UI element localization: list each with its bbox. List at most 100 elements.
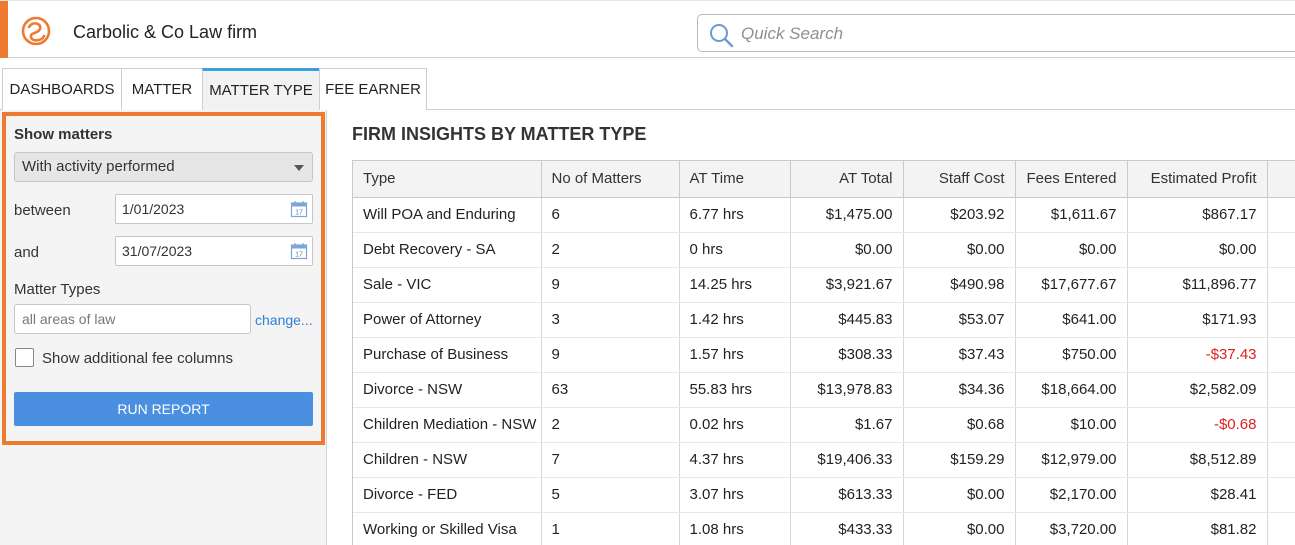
table-row[interactable]: Divorce - NSW 63 55.83 hrs $13,978.83 $34.36…: [353, 372, 1295, 408]
table-row[interactable]: Sale - VIC 9 14.25 hrs $3,921.67 $490.98 $17,…: [353, 267, 1295, 303]
cell-staff-cost: $34.36: [903, 372, 1016, 408]
table-row[interactable]: Children Mediation - NSW 2 0.02 hrs $1.67 $0…: [353, 407, 1295, 443]
tab-fee-earner[interactable]: FEE EARNER: [319, 68, 427, 110]
cell-no-of-matters: 3: [541, 302, 680, 338]
quick-search-input[interactable]: [741, 21, 1281, 47]
cell-estimated-profit: $867.17: [1127, 197, 1268, 233]
column-header-fees-entered[interactable]: Fees Entered: [1015, 161, 1128, 198]
cell-type: Divorce - FED: [353, 477, 542, 513]
cell-staff-cost: $490.98: [903, 267, 1016, 303]
cell-staff-cost: $203.92: [903, 197, 1016, 233]
cell-at-total: $0.00: [790, 232, 904, 268]
column-header-at-total[interactable]: AT Total: [790, 161, 904, 198]
cell-type: Purchase of Business: [353, 337, 542, 373]
matter-types-field[interactable]: all areas of law: [14, 304, 251, 334]
cell-fees-entered: $10.00: [1015, 407, 1128, 443]
cell-estimated-profit: $28.41: [1127, 477, 1268, 513]
column-header-spacer: [1267, 161, 1295, 198]
cell-staff-cost: $159.29: [903, 442, 1016, 478]
cell-estimated-profit: $11,896.77: [1127, 267, 1268, 303]
table-row[interactable]: Power of Attorney 3 1.42 hrs $445.83 $53.07 $…: [353, 302, 1295, 338]
cell-at-time: 1.08 hrs: [679, 512, 791, 545]
start-date-field[interactable]: 1/01/2023 17: [115, 194, 313, 224]
cell-no-of-matters: 9: [541, 267, 680, 303]
run-report-button[interactable]: RUN REPORT: [14, 392, 313, 426]
accent-bar: [0, 1, 8, 58]
cell-at-time: 6.77 hrs: [679, 197, 791, 233]
column-header-type[interactable]: Type: [353, 161, 542, 198]
search-icon: [710, 24, 734, 48]
cell-spacer: [1267, 477, 1295, 513]
cell-estimated-profit: -$0.68: [1127, 407, 1268, 443]
cell-type: Power of Attorney: [353, 302, 542, 338]
svg-text:17: 17: [295, 210, 303, 217]
cell-spacer: [1267, 337, 1295, 373]
tab-bar: DASHBOARDS MATTER MATTER TYPE FEE EARNER: [0, 68, 1295, 110]
table-row[interactable]: Purchase of Business 9 1.57 hrs $308.33 $37.…: [353, 337, 1295, 373]
cell-estimated-profit: $2,582.09: [1127, 372, 1268, 408]
cell-at-total: $308.33: [790, 337, 904, 373]
cell-fees-entered: $2,170.00: [1015, 477, 1128, 513]
tab-dashboards[interactable]: DASHBOARDS: [2, 68, 122, 110]
cell-no-of-matters: 1: [541, 512, 680, 545]
cell-no-of-matters: 7: [541, 442, 680, 478]
table-row[interactable]: Divorce - FED 5 3.07 hrs $613.33 $0.00 $2,170…: [353, 477, 1295, 513]
cell-fees-entered: $0.00: [1015, 232, 1128, 268]
svg-text:17: 17: [295, 252, 303, 259]
chevron-down-icon: [294, 165, 304, 171]
app-title: Carbolic & Co Law firm: [73, 22, 258, 42]
end-date-field[interactable]: 31/07/2023 17: [115, 236, 313, 266]
cell-fees-entered: $1,611.67: [1015, 197, 1128, 233]
additional-fee-checkbox[interactable]: [15, 348, 34, 367]
insights-table: Type No of Matters AT Time AT Total Staf…: [352, 160, 1295, 545]
change-matter-types-link[interactable]: change...: [255, 312, 313, 328]
cell-at-time: 4.37 hrs: [679, 442, 791, 478]
show-matters-select[interactable]: With activity performed: [14, 152, 313, 182]
cell-type: Divorce - NSW: [353, 372, 542, 408]
table-row[interactable]: Will POA and Enduring 6 6.77 hrs $1,475.00 $…: [353, 197, 1295, 233]
cell-at-total: $3,921.67: [790, 267, 904, 303]
end-date-value: 31/07/2023: [122, 243, 193, 259]
cell-spacer: [1267, 372, 1295, 408]
cell-type: Will POA and Enduring: [353, 197, 542, 233]
cell-at-time: 1.42 hrs: [679, 302, 791, 338]
table-row[interactable]: Working or Skilled Visa 1 1.08 hrs $433.33 $…: [353, 512, 1295, 545]
cell-type: Children - NSW: [353, 442, 542, 478]
tab-matter[interactable]: MATTER: [121, 68, 203, 110]
app-header: Carbolic & Co Law firm: [0, 0, 1295, 58]
column-header-at-time[interactable]: AT Time: [679, 161, 791, 198]
cell-at-time: 0.02 hrs: [679, 407, 791, 443]
cell-spacer: [1267, 267, 1295, 303]
cell-no-of-matters: 2: [541, 232, 680, 268]
column-header-staff-cost[interactable]: Staff Cost: [903, 161, 1016, 198]
cell-estimated-profit: $81.82: [1127, 512, 1268, 545]
matter-types-label: Matter Types: [14, 281, 101, 298]
tab-matter-type[interactable]: MATTER TYPE: [202, 68, 320, 110]
quick-search-box[interactable]: [697, 14, 1295, 52]
cell-fees-entered: $12,979.00: [1015, 442, 1128, 478]
page-title: FIRM INSIGHTS BY MATTER TYPE: [352, 124, 647, 144]
cell-at-time: 1.57 hrs: [679, 337, 791, 373]
cell-staff-cost: $53.07: [903, 302, 1016, 338]
cell-type: Debt Recovery - SA: [353, 232, 542, 268]
cell-staff-cost: $37.43: [903, 337, 1016, 373]
cell-at-time: 55.83 hrs: [679, 372, 791, 408]
cell-estimated-profit: $8,512.89: [1127, 442, 1268, 478]
cell-at-total: $1,475.00: [790, 197, 904, 233]
start-date-value: 1/01/2023: [122, 201, 185, 217]
column-header-estimated-profit[interactable]: Estimated Profit: [1127, 161, 1268, 198]
calendar-icon[interactable]: 17: [290, 242, 308, 260]
cell-spacer: [1267, 197, 1295, 233]
cell-at-time: 14.25 hrs: [679, 267, 791, 303]
cell-spacer: [1267, 302, 1295, 338]
cell-no-of-matters: 63: [541, 372, 680, 408]
between-label: between: [14, 202, 71, 219]
table-row[interactable]: Children - NSW 7 4.37 hrs $19,406.33 $159.29…: [353, 442, 1295, 478]
column-header-no-of-matters[interactable]: No of Matters: [541, 161, 680, 198]
table-row[interactable]: Debt Recovery - SA 2 0 hrs $0.00 $0.00 $0.00 $…: [353, 232, 1295, 268]
calendar-icon[interactable]: 17: [290, 200, 308, 218]
filter-panel: Show matters With activity performed bet…: [2, 112, 325, 445]
cell-at-time: 0 hrs: [679, 232, 791, 268]
cell-no-of-matters: 6: [541, 197, 680, 233]
cell-estimated-profit: $0.00: [1127, 232, 1268, 268]
